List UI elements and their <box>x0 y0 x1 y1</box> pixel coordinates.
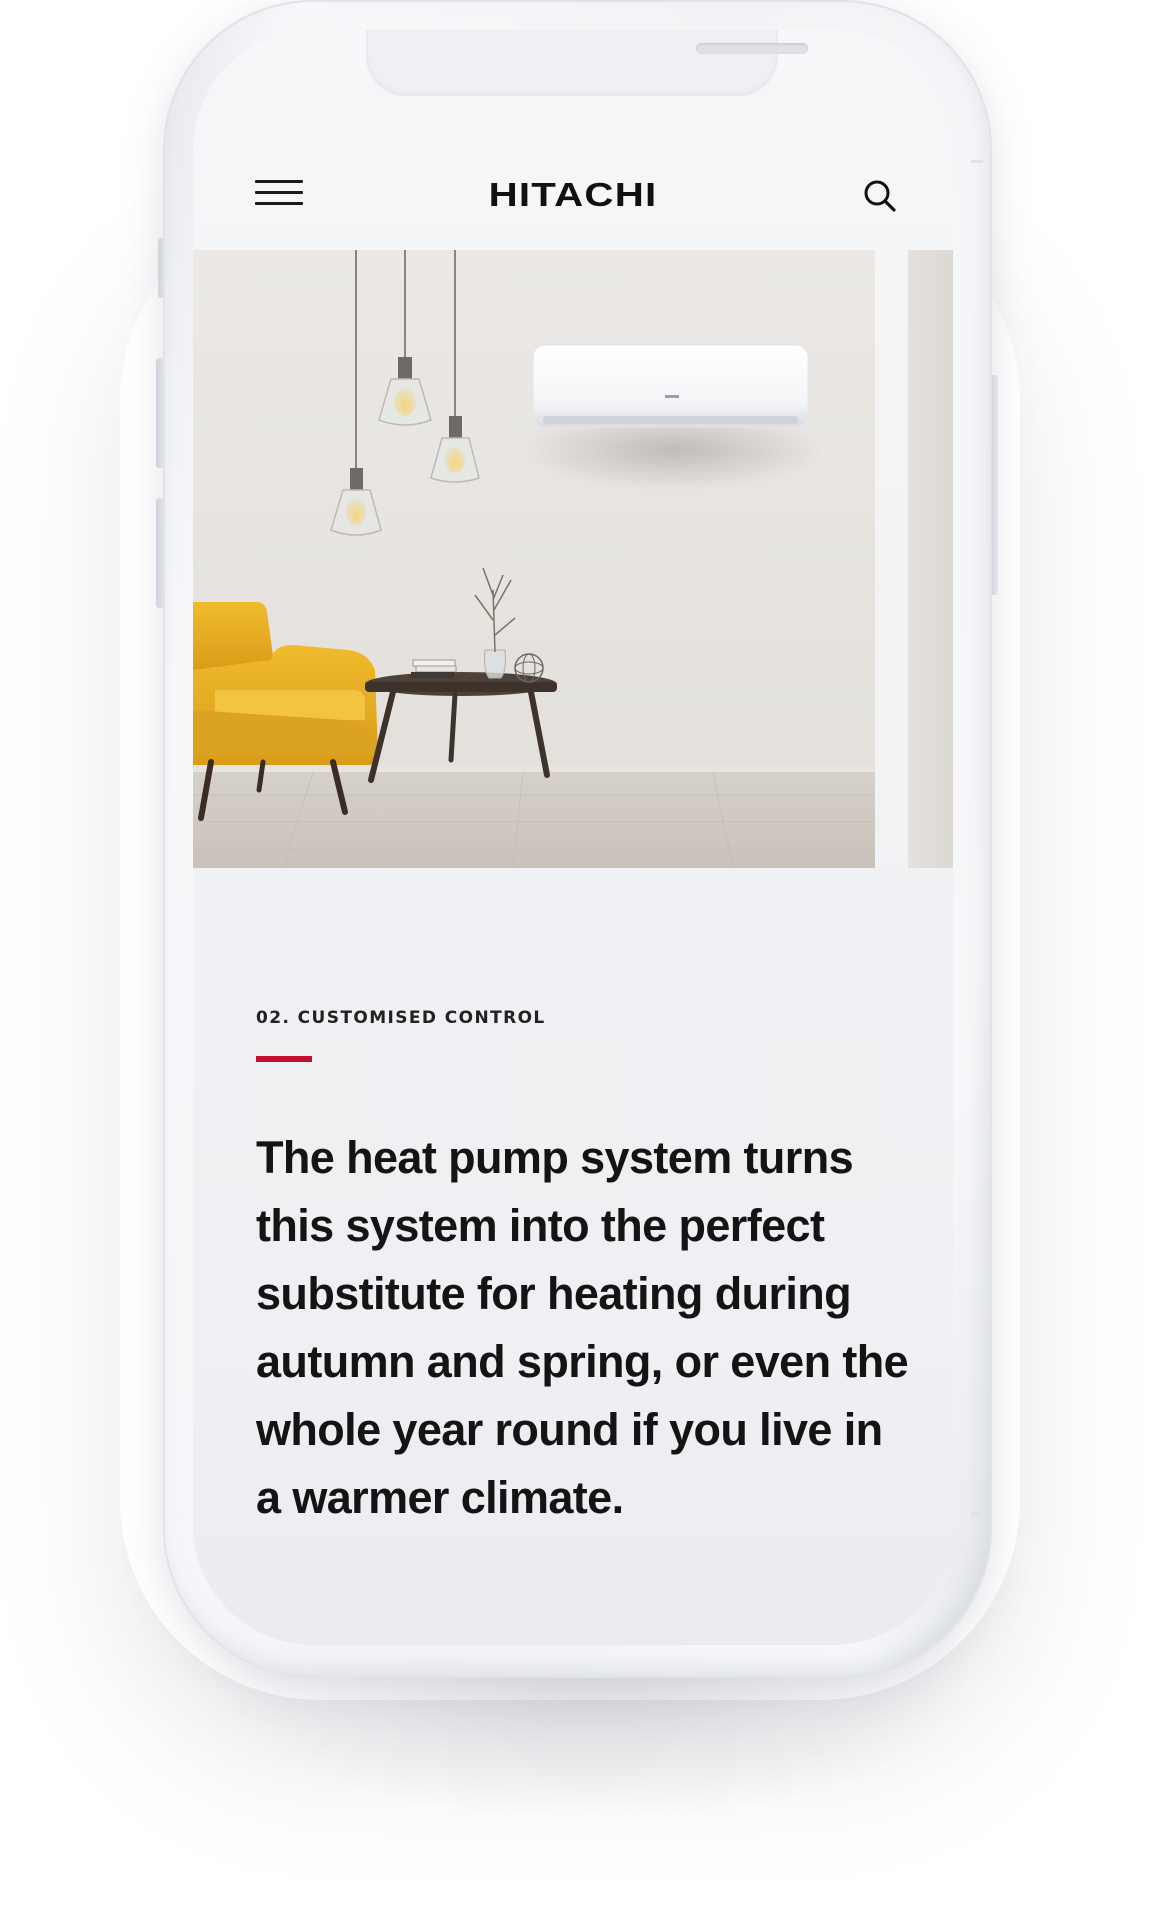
hamburger-menu-icon[interactable] <box>255 180 303 210</box>
search-icon[interactable] <box>863 179 897 213</box>
carousel-slide-image[interactable] <box>193 250 875 868</box>
section-body-text: The heat pump system turns this system i… <box>256 1132 909 1523</box>
phone-screen: HITACHI 02. CUSTOMISED CONTROL The heat … <box>193 30 953 1645</box>
site-header: HITACHI <box>193 130 953 260</box>
carousel-next-slide-peek[interactable] <box>908 250 953 868</box>
brand-logo[interactable]: HITACHI <box>366 176 781 214</box>
frame-antenna-line <box>971 160 983 163</box>
frame-antenna-line <box>971 1512 983 1515</box>
earpiece-speaker <box>696 43 808 54</box>
living-room-illustration <box>193 250 875 868</box>
mockup-stage: HITACHI 02. CUSTOMISED CONTROL The heat … <box>0 0 1152 1918</box>
section-eyebrow: 02. CUSTOMISED CONTROL <box>256 1008 546 1028</box>
phone-notch <box>366 30 808 96</box>
accent-divider <box>256 1056 312 1062</box>
